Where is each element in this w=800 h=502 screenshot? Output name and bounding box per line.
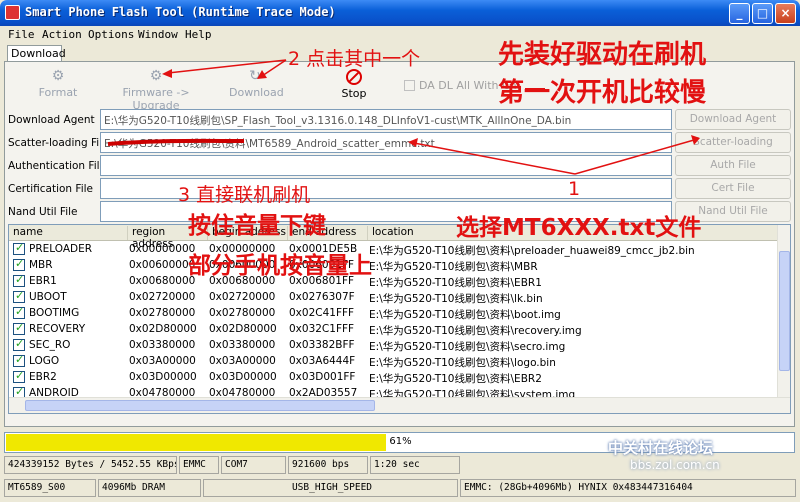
annotation-step3: 3 直接联机刷机 xyxy=(178,184,311,206)
annotation-first-boot-slow: 第一次开机比较慢 xyxy=(498,78,707,108)
redaction-stroke xyxy=(107,138,245,146)
annotation-step1: 选择MT6XXX.txt文件 xyxy=(456,215,702,241)
annotation-step1-number: 1 xyxy=(568,178,581,200)
arrow-head xyxy=(162,69,172,78)
annotation-hold-volume-down: 按住音量下键 xyxy=(188,213,326,239)
annotation-some-volume-up: 部分手机按音量上 xyxy=(188,253,372,279)
annotation-step2: 2 点击其中一个 xyxy=(288,48,421,70)
annotation-install-driver: 先装好驱动在刷机 xyxy=(498,40,707,70)
arrow-head xyxy=(408,138,418,147)
